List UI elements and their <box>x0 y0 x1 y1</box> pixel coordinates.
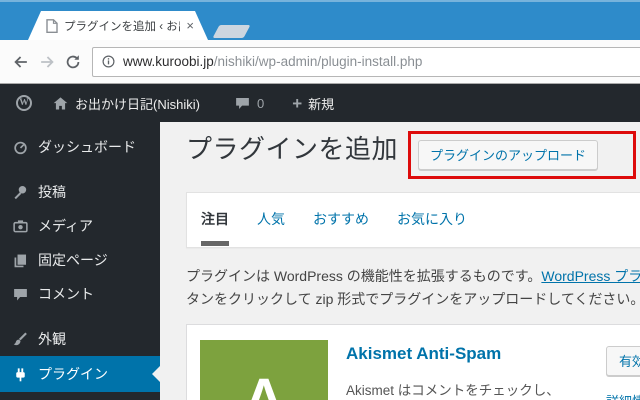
sidebar-item-label: プラグイン <box>38 366 108 382</box>
url-host: www.kuroobi.jp <box>123 54 214 69</box>
info-icon[interactable] <box>101 54 116 69</box>
appearance-icon <box>11 331 29 348</box>
plugin-directory-link[interactable]: WordPress プラグイン <box>541 268 640 284</box>
plugin-icon <box>11 366 29 383</box>
comments-menu[interactable]: 0 <box>228 84 270 122</box>
menu-separator <box>0 311 160 322</box>
main-content: プラグインを追加 プラグインのアップロード 注目 人気 おすすめ お気に入り プ… <box>160 122 640 400</box>
menu-separator <box>0 164 160 175</box>
sidebar-item-label: コメント <box>38 286 94 302</box>
dashboard-icon <box>11 139 29 156</box>
plus-icon: + <box>292 93 303 113</box>
page-title: プラグインを追加 <box>186 134 399 164</box>
browser-titlebar: プラグインを追加 ‹ お出かけ日 × <box>0 0 640 40</box>
page-icon <box>46 19 58 33</box>
wp-sidebar-menu: ダッシュボード 投稿 メディア 固定ページ コメント 外観 プラグイン <box>0 122 160 400</box>
new-tab-button[interactable] <box>212 25 251 38</box>
tab-favorites[interactable]: お気に入り <box>397 209 467 229</box>
annotation-red-box: プラグインのアップロード <box>408 131 637 179</box>
wp-admin-bar: W お出かけ日記(Nishiki) 0 + 新規 <box>0 84 640 122</box>
plugin-card-actions: 有効化 詳細情報 <box>606 340 640 400</box>
sidebar-item-label: メディア <box>38 218 94 234</box>
upload-plugin-button[interactable]: プラグインのアップロード <box>418 140 599 170</box>
forward-icon[interactable] <box>34 49 60 75</box>
wp-logo-menu[interactable]: W <box>10 84 38 122</box>
intro-text: プラグインは WordPress の機能性を拡張するものです。 <box>186 268 542 284</box>
intro-line-2: タンをクリックして zip 形式でプラグインをアップロードしてください。 <box>186 291 640 307</box>
plugin-name-link[interactable]: Akismet Anti-Spam <box>346 344 501 364</box>
pages-icon <box>11 252 29 269</box>
page-header: プラグインを追加 プラグインのアップロード <box>186 131 640 179</box>
reload-icon[interactable] <box>60 49 86 75</box>
plugin-description: Akismet はコメントをチェックし、 迷惑なコンテンツからあなたとサイ トを… <box>346 380 588 400</box>
wordpress-logo-icon: W <box>16 95 32 111</box>
sidebar-item-label: 外観 <box>38 331 66 347</box>
akismet-letter: A <box>236 365 292 400</box>
comment-bubble-icon <box>234 95 251 112</box>
tab-recommended[interactable]: おすすめ <box>313 209 369 229</box>
admin-body: ダッシュボード 投稿 メディア 固定ページ コメント 外観 プラグイン プラグイ… <box>0 122 640 400</box>
sidebar-item-appearance[interactable]: 外観 <box>0 322 160 356</box>
tab-close-icon[interactable]: × <box>186 19 194 32</box>
intro-line-1: プラグインは WordPress の機能性を拡張するものです。WordPress… <box>186 265 640 288</box>
tab-title: プラグインを追加 ‹ お出かけ日 <box>64 20 178 33</box>
sidebar-item-label: 固定ページ <box>38 252 108 268</box>
tab-popular[interactable]: 人気 <box>257 209 285 229</box>
akismet-plugin-icon: A <box>200 340 328 400</box>
sidebar-item-plugins[interactable]: プラグイン <box>0 356 160 392</box>
plugin-card-body: Akismet Anti-Spam Akismet はコメントをチェックし、 迷… <box>346 340 588 400</box>
sidebar-item-label: ダッシュボード <box>38 139 136 155</box>
activate-button[interactable]: 有効化 <box>606 346 640 376</box>
browser-tab[interactable]: プラグインを追加 ‹ お出かけ日 × <box>28 11 208 40</box>
home-icon <box>52 95 69 112</box>
comments-icon <box>11 286 29 303</box>
plugin-filter-bar: 注目 人気 おすすめ お気に入り <box>186 192 640 248</box>
sidebar-item-media[interactable]: メディア <box>0 209 160 243</box>
sidebar-item-posts[interactable]: 投稿 <box>0 175 160 209</box>
desc-line: Akismet はコメントをチェックし、 <box>346 383 560 398</box>
sidebar-item-label: 投稿 <box>38 184 66 200</box>
plugin-card-akismet: A Akismet Anti-Spam Akismet はコメントをチェックし、… <box>186 324 640 400</box>
tab-featured[interactable]: 注目 <box>201 209 229 246</box>
back-icon[interactable] <box>8 49 34 75</box>
new-content-menu[interactable]: + 新規 <box>286 84 340 122</box>
media-icon <box>11 218 29 235</box>
url-text: www.kuroobi.jp/nishiki/wp-admin/plugin-i… <box>123 54 422 69</box>
browser-window: プラグインを追加 ‹ お出かけ日 × www.kuroobi.jp/nishik… <box>0 0 640 400</box>
sidebar-item-dashboard[interactable]: ダッシュボード <box>0 130 160 164</box>
sidebar-item-comments[interactable]: コメント <box>0 277 160 311</box>
site-name: お出かけ日記(Nishiki) <box>75 96 200 112</box>
intro-paragraph: プラグインは WordPress の機能性を拡張するものです。WordPress… <box>186 265 640 311</box>
site-link[interactable]: お出かけ日記(Nishiki) <box>46 84 206 122</box>
browser-toolbar: www.kuroobi.jp/nishiki/wp-admin/plugin-i… <box>0 40 640 84</box>
address-bar[interactable]: www.kuroobi.jp/nishiki/wp-admin/plugin-i… <box>92 46 640 77</box>
pin-icon <box>11 184 29 201</box>
new-label: 新規 <box>308 96 335 112</box>
comment-count: 0 <box>256 95 265 111</box>
url-path: /nishiki/wp-admin/plugin-install.php <box>213 54 423 69</box>
sidebar-item-pages[interactable]: 固定ページ <box>0 243 160 277</box>
more-details-link[interactable]: 詳細情報 <box>606 391 640 400</box>
